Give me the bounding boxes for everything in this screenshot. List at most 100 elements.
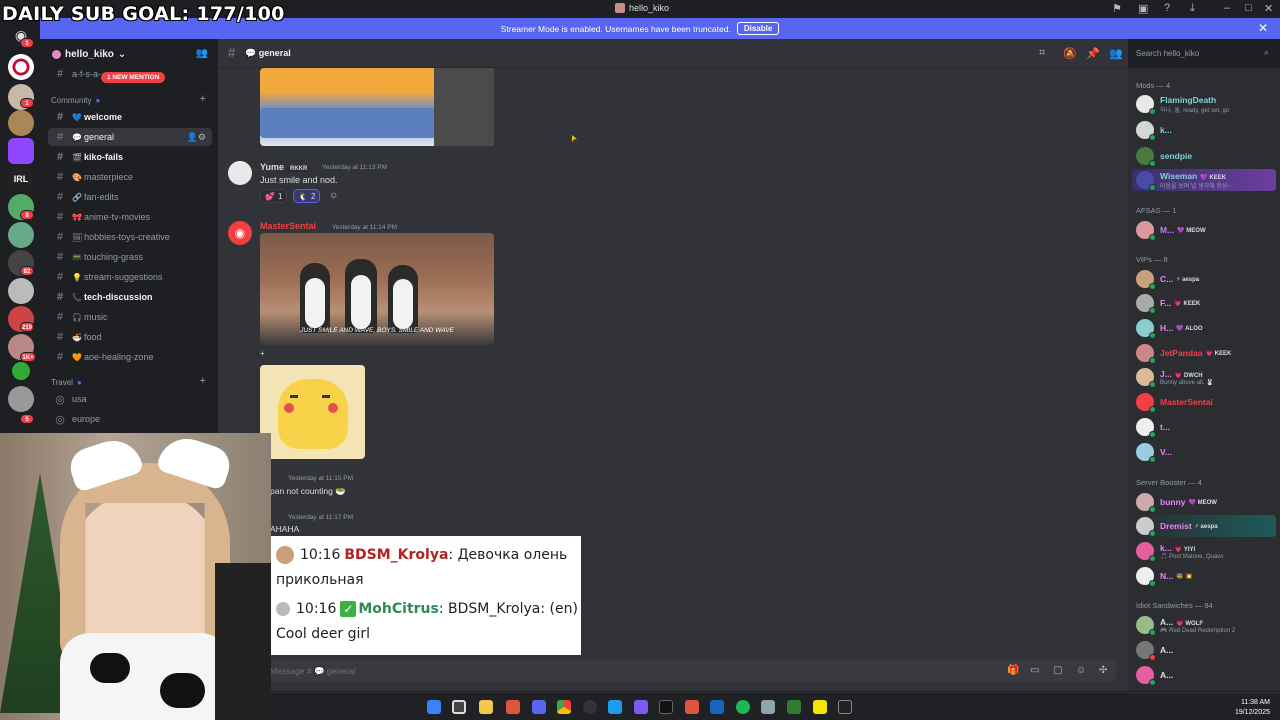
terminal-icon[interactable] [838,700,852,714]
pin-icon[interactable]: 📌 [1086,47,1100,60]
add-channel-icon[interactable]: + [200,93,206,105]
irl-server-icon[interactable]: IRL [8,166,34,192]
system-clock[interactable]: 11:38 AM 19/12/2025 [1235,698,1270,718]
monitor-icon[interactable]: ▣ [1138,2,1148,15]
pikachu-image[interactable] [260,365,365,459]
channel-kiko-fails[interactable]: # 🎬 kiko-fails [48,148,212,166]
inbox-icon[interactable]: ⚑ [1112,2,1122,15]
server-icon-korea[interactable] [8,54,34,80]
brave-icon[interactable] [685,700,699,714]
server-icon-11[interactable] [8,386,34,412]
category-travel[interactable]: Travel ● [51,378,82,387]
chrome-icon[interactable] [557,700,571,714]
member-item[interactable]: Dremist ⚡ aespa [1136,515,1276,537]
member-item[interactable]: t... [1136,416,1276,438]
brave-icon[interactable] [506,700,520,714]
emoji-icon[interactable]: ☺ [1076,665,1086,676]
member-item[interactable]: A... [1136,664,1276,686]
new-mention-pill[interactable]: 1 NEW MENTION [101,72,166,83]
task-view-icon[interactable] [452,700,466,714]
message-author[interactable]: Yume RKKR [260,162,311,172]
member-item[interactable]: F... 💗 KEEK [1136,292,1276,314]
member-item[interactable]: JetPandaa 💗 KEEK [1136,342,1276,364]
member-item[interactable]: H... 💜 ALOO [1136,317,1276,339]
avatar[interactable]: ◉ [228,221,252,245]
channel-aoe-healing-zone[interactable]: # 🧡 aoe-healing-zone [48,348,212,366]
notification-bell-icon[interactable]: 🔕 [1063,47,1077,60]
channel-fan-edits[interactable]: # 🔗 fan-edits [48,188,212,206]
gif-attachment[interactable]: JUST SMILE AND WAVE, BOYS. SMILE AND WAV… [260,233,494,345]
app-icon[interactable] [710,700,724,714]
channel-food[interactable]: # 🍜 food [48,328,212,346]
maximize-icon[interactable]: □ [1245,2,1252,14]
member-item[interactable]: bunny 💜 MEOW [1136,491,1276,513]
add-reaction-icon[interactable]: ☺ [329,190,338,200]
app-icon[interactable] [787,700,801,714]
server-icon-3[interactable] [8,110,34,136]
channel-settings-icon[interactable]: 👤⚙ [187,132,206,143]
gift-icon[interactable]: 🎁 [1007,665,1019,676]
start-icon[interactable] [427,700,441,714]
message-composer[interactable]: Message # 💬 general 🎁 ▭ ▢ ☺ ✣ [230,660,1116,682]
channel-anime-tv-movies[interactable]: # 🎀 anime-tv-movies [48,208,212,226]
server-name-button[interactable]: hello_kiko ⌄ [52,49,126,60]
member-item[interactable]: A... [1136,639,1276,661]
sticker-icon[interactable]: ▢ [1053,665,1062,676]
app-icon[interactable] [813,700,827,714]
member-item[interactable]: MasterSentai [1136,391,1276,413]
message-author[interactable]: MasterSentai [260,221,316,231]
avatar[interactable] [228,161,252,185]
attachment-image[interactable] [260,68,494,146]
member-item[interactable]: J... 💗 DWCH Bunny above all. 🐰 [1136,366,1276,388]
disable-button[interactable]: Disable [736,22,780,35]
spotify-icon[interactable] [736,700,750,714]
add-server-icon[interactable] [12,362,30,380]
app-icon[interactable] [659,700,673,714]
invite-people-icon[interactable]: 👥 [196,48,208,59]
server-icon-8[interactable] [8,278,34,304]
channel-europe[interactable]: ◎ europe [48,410,212,428]
channel-touching-grass[interactable]: # 📟 touching-grass [48,248,212,266]
avatar [1136,542,1156,562]
edge-icon[interactable] [608,700,622,714]
apps-icon[interactable]: ✣ [1099,665,1107,676]
channel-stream-suggestions[interactable]: # 💡 stream-suggestions [48,268,212,286]
category-community[interactable]: Community ● [51,96,100,105]
channel-welcome[interactable]: # 💙 welcome [48,108,212,126]
member-item[interactable]: k... [1136,119,1276,141]
app-icon[interactable] [761,700,775,714]
gif-icon[interactable]: ▭ [1030,665,1039,676]
channel-hobbies-toys-creative[interactable]: # 🖼 hobbies-toys-creative [48,228,212,246]
member-item[interactable]: Wiseman 💜 KEEK 마음을 보며 널 생각해 항상~ [1132,169,1276,191]
member-item[interactable]: V... [1136,441,1276,463]
channel-usa[interactable]: ◎ usa [48,390,212,408]
download-icon[interactable]: ⤓ [1190,2,1195,15]
search-input[interactable]: Search hello_kiko ⌕ [1130,45,1274,62]
app-icon[interactable] [634,700,648,714]
close-banner-icon[interactable]: ✕ [1258,21,1268,35]
member-item[interactable]: FlamingDeath 하나, 둘, ready, get set, go [1136,93,1276,115]
channel-general[interactable]: # 💬 general 👤⚙ [48,128,212,146]
threads-icon[interactable]: ⌗ [1039,47,1045,60]
reaction[interactable]: 💕 1 [260,189,288,203]
help-icon[interactable]: ? [1164,2,1170,14]
channel-masterpiece[interactable]: # 🎨 masterpiece [48,168,212,186]
close-window-icon[interactable]: ✕ [1264,2,1273,15]
file-explorer-icon[interactable] [479,700,493,714]
member-item[interactable]: A... 💗 WOLF 🎮 Red Dead Redemption 2 [1136,614,1276,636]
member-item[interactable]: C... ⚡ aespa [1136,268,1276,290]
server-icon-6[interactable] [8,222,34,248]
minimize-icon[interactable]: – [1224,2,1230,14]
discord-icon[interactable] [532,700,546,714]
reaction[interactable]: 🐧 2 [293,189,321,203]
channel-tech-discussion[interactable]: # 📞 tech-discussion [48,288,212,306]
member-list-icon[interactable]: 👥 [1109,47,1123,60]
twitch-server-icon[interactable] [8,138,34,164]
member-item[interactable]: M... 💜 MEOW [1136,219,1276,241]
channel-music[interactable]: # 🎧 music [48,308,212,326]
member-item[interactable]: k... 💗 YIYI 🎵 Post Malone, Quavo [1136,540,1276,562]
add-channel-icon[interactable]: + [200,375,206,387]
member-item[interactable]: N... 🐝 💥 [1136,565,1276,587]
obs-icon[interactable] [583,700,597,714]
member-item[interactable]: sendpie [1136,145,1276,167]
